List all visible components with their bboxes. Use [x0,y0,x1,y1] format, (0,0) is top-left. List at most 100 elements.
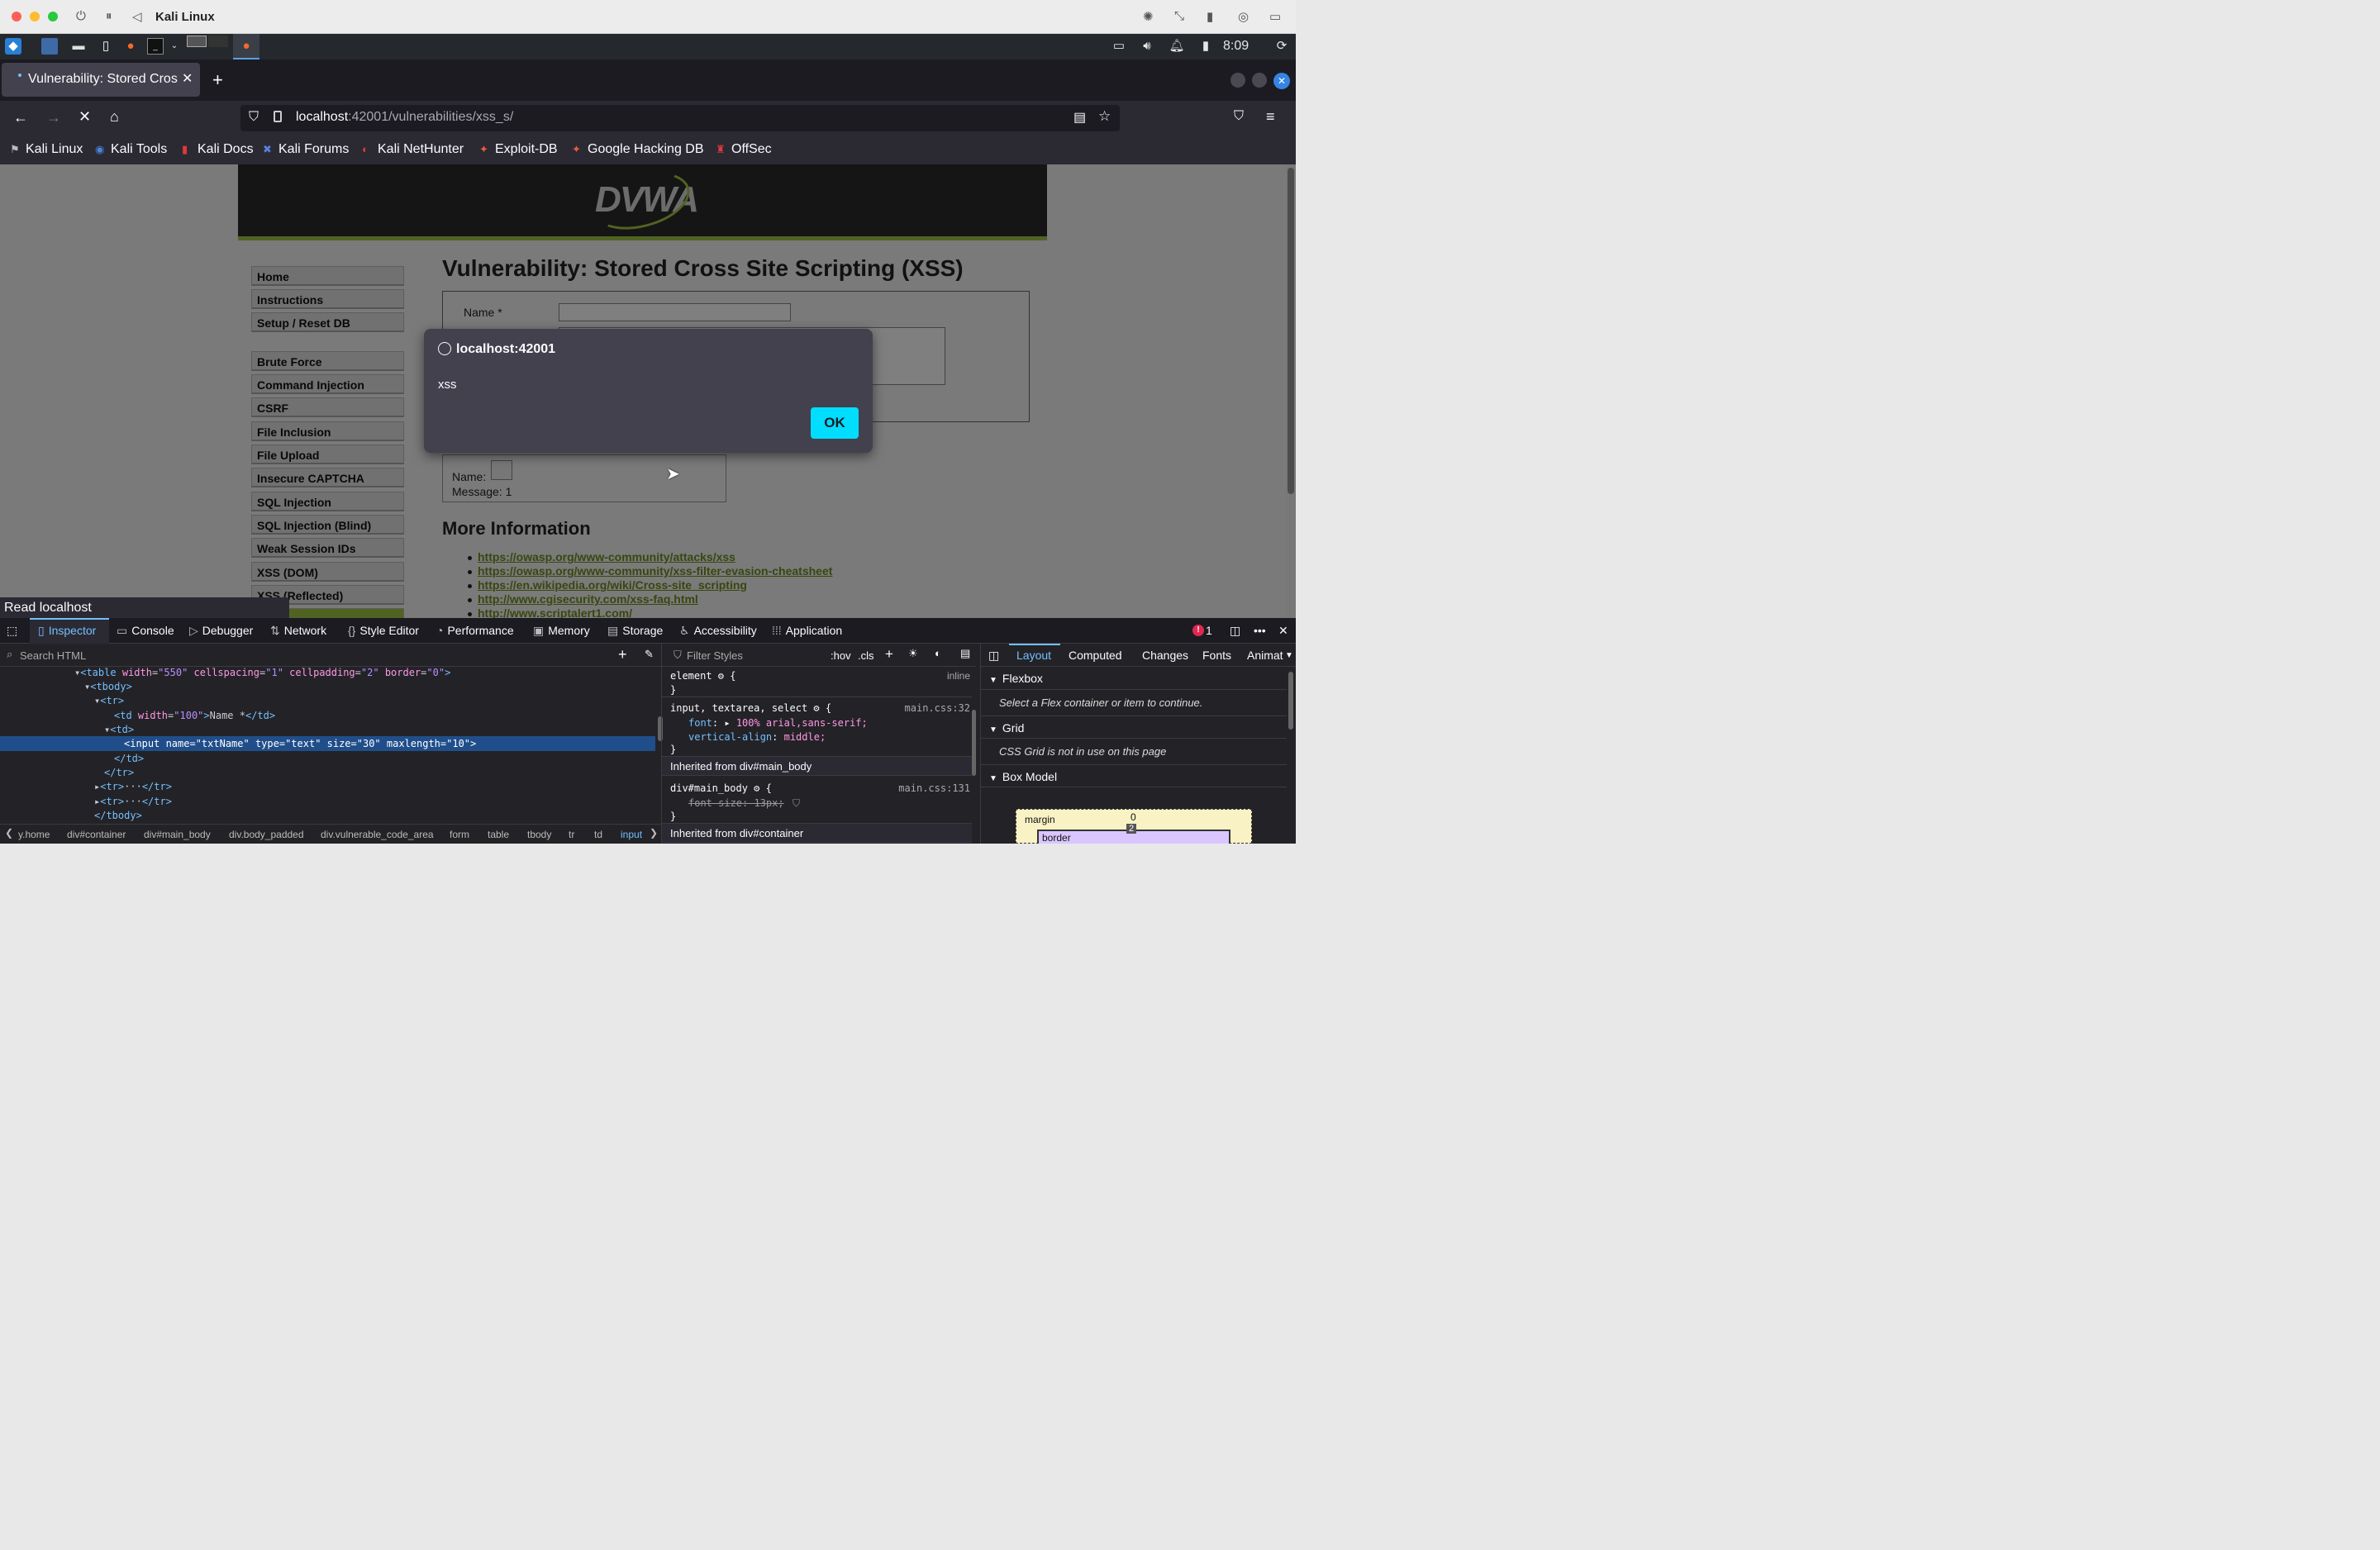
tab-performance[interactable]: ◔ Performance [436,624,514,637]
taskbar-firefox-window[interactable]: ● [233,34,259,59]
element-picker-icon[interactable]: ⬚ [7,624,17,638]
refresh-icon[interactable]: ⟳ [1273,38,1290,55]
html-node[interactable]: ▸<tr>···</tr> [94,796,172,807]
rule-element-selector[interactable]: element ⚙ { [670,670,735,682]
box-model-section-header[interactable]: ▼ Box Model [981,764,1287,787]
tab-style-editor[interactable]: {} Style Editor [348,624,419,637]
folder-icon[interactable]: ▭ [1269,9,1281,24]
breadcrumb-item[interactable]: div#container [67,829,126,840]
zoom-window-button[interactable] [48,12,58,21]
close-browser-button[interactable]: ✕ [1273,73,1290,89]
kali-menu-icon[interactable]: ◆ [5,38,21,55]
html-node[interactable]: ▸<tr>···</tr> [94,781,172,792]
tab-layout[interactable]: Layout [1016,649,1051,662]
filter-funnel-icon[interactable]: ⛉ [793,797,800,810]
print-media-icon[interactable]: ▤ [960,647,970,660]
rule-input-selector[interactable]: input, textarea, select ⚙ { [670,702,831,714]
maximize-browser-button[interactable] [1252,73,1267,88]
rule-main-body-selector[interactable]: div#main_body ⚙ { [670,782,772,794]
tab-network[interactable]: ⇅ Network [270,624,326,638]
breadcrumb-item[interactable]: td [594,829,602,840]
html-node[interactable]: <td width="100">Name *</td> [114,710,275,721]
forward-arrow-icon[interactable]: → [46,109,61,126]
tab-computed[interactable]: Computed [1069,649,1122,662]
html-node[interactable]: ▾<tr> [94,695,124,706]
tab-console[interactable]: ▭ Console [117,624,174,638]
html-node[interactable]: </td> [114,753,144,764]
pause-icon[interactable]: ⏸ [106,9,112,23]
cls-toggle[interactable]: .cls [858,649,874,662]
shield-icon[interactable]: ⛉ [249,110,259,125]
bookmark-item[interactable]: ▮ Kali Docs [182,142,254,157]
breadcrumb-item[interactable]: y.home [18,829,50,840]
toggle-sidebar-icon[interactable]: ◫ [988,649,999,663]
light-mode-icon[interactable]: ☀ [908,647,918,660]
brightness-icon[interactable]: ✺ [1143,9,1154,24]
rule-main-body-source[interactable]: main.css:131 [898,782,970,794]
more-options-icon[interactable]: ••• [1254,624,1266,637]
new-tab-button[interactable]: + [212,69,223,91]
tab-debugger[interactable]: ▷ Debugger [189,624,253,638]
decl-font-size-overridden[interactable]: font-size: 13px; [688,797,784,809]
search-html-input[interactable]: Search HTML [20,649,86,662]
html-node[interactable]: ▾<table width="550" cellspacing="1" cell… [74,667,450,678]
network-icon[interactable]: ◎ [1238,9,1249,24]
stop-loading-icon[interactable]: ✕ [79,108,91,126]
back-triangle-icon[interactable]: ◁ [132,9,142,24]
home-icon[interactable]: ⌂ [110,108,119,126]
breadcrumb-item[interactable]: form [450,829,469,840]
box-model-border-value[interactable]: 2 [1126,824,1137,834]
hamburger-menu-icon[interactable]: ≡ [1266,108,1275,126]
bookmark-item[interactable]: ◉ Kali Tools [95,142,167,157]
dock-icon[interactable]: ◫ [1230,624,1240,638]
breadcrumb-item[interactable]: div.vulnerable_code_area [321,829,434,840]
usb-icon[interactable]: ▮ [1207,9,1213,24]
filter-styles-input[interactable]: Filter Styles [687,649,743,662]
tab-close-icon[interactable]: ✕ [182,70,193,87]
html-node[interactable]: </tbody> [94,810,142,821]
breadcrumb-item-active[interactable]: input [621,829,642,840]
tab-fonts[interactable]: Fonts [1202,649,1231,662]
reader-view-icon[interactable]: ▤ [1073,109,1086,126]
error-icon[interactable]: ! [1192,625,1204,636]
power-icon[interactable]: ⏻ [76,9,86,23]
bookmark-item[interactable]: ✖ Kali Forums [263,142,349,157]
text-editor-icon[interactable]: ▯ [98,38,114,55]
workspace-2[interactable] [208,36,228,47]
minimize-window-button[interactable] [30,12,40,21]
tab-animations[interactable]: Animat [1247,649,1283,662]
close-window-button[interactable] [12,12,21,21]
breadcrumb-item[interactable]: tbody [527,829,551,840]
chevron-down-icon[interactable]: ▼ [1285,651,1293,660]
close-devtools-icon[interactable]: ✕ [1278,624,1288,638]
decl-vertical-align[interactable]: vertical-align: middle; [688,731,826,743]
dark-mode-icon[interactable]: ◐ [935,647,941,659]
breadcrumb-item[interactable]: tr [569,829,574,840]
url-bar[interactable]: ⛉ localhost:42001/vulnerabilities/xss_s/… [240,105,1120,131]
html-node[interactable]: ▾<td> [104,724,134,735]
tab-storage[interactable]: ▤ Storage [607,624,663,638]
volume-icon[interactable]: 🔊︎ [1139,38,1155,55]
box-model-border[interactable]: border 2 [1037,824,1230,844]
tab-application[interactable]: ⁞⁞⁞ Application [772,624,842,637]
add-node-icon[interactable]: + [618,646,627,663]
rule-input-source[interactable]: main.css:32 [905,702,970,714]
files-icon[interactable]: ▬ [70,38,87,55]
hov-toggle[interactable]: :hov [831,649,851,662]
tab-memory[interactable]: ▣ Memory [533,624,590,638]
html-node[interactable]: </tr> [104,767,134,778]
tab-changes[interactable]: Changes [1142,649,1188,662]
display-icon[interactable]: ▭ [1111,38,1127,55]
desktop-icon[interactable] [41,38,58,55]
tab-accessibility[interactable]: ♿︎ Accessibility [679,624,757,638]
breadcrumb-right-arrow-icon[interactable]: ❯ [650,827,658,839]
decl-font[interactable]: font: ▸ 100% arial,sans-serif; [688,717,868,729]
box-model-margin[interactable]: margin 0 border 2 [1016,809,1252,844]
terminal-icon[interactable]: _ [147,38,164,55]
html-node[interactable]: ▾<tbody> [84,681,132,692]
notification-bell-icon[interactable]: 🔔︎ [1169,38,1185,55]
page-icon[interactable] [274,111,282,122]
html-node-selected[interactable]: <input name="txtName" type="text" size="… [124,738,476,749]
grid-section-header[interactable]: ▼ Grid [981,716,1287,739]
tab-active[interactable]: Vulnerability: Stored Cros ✕ [2,63,200,97]
